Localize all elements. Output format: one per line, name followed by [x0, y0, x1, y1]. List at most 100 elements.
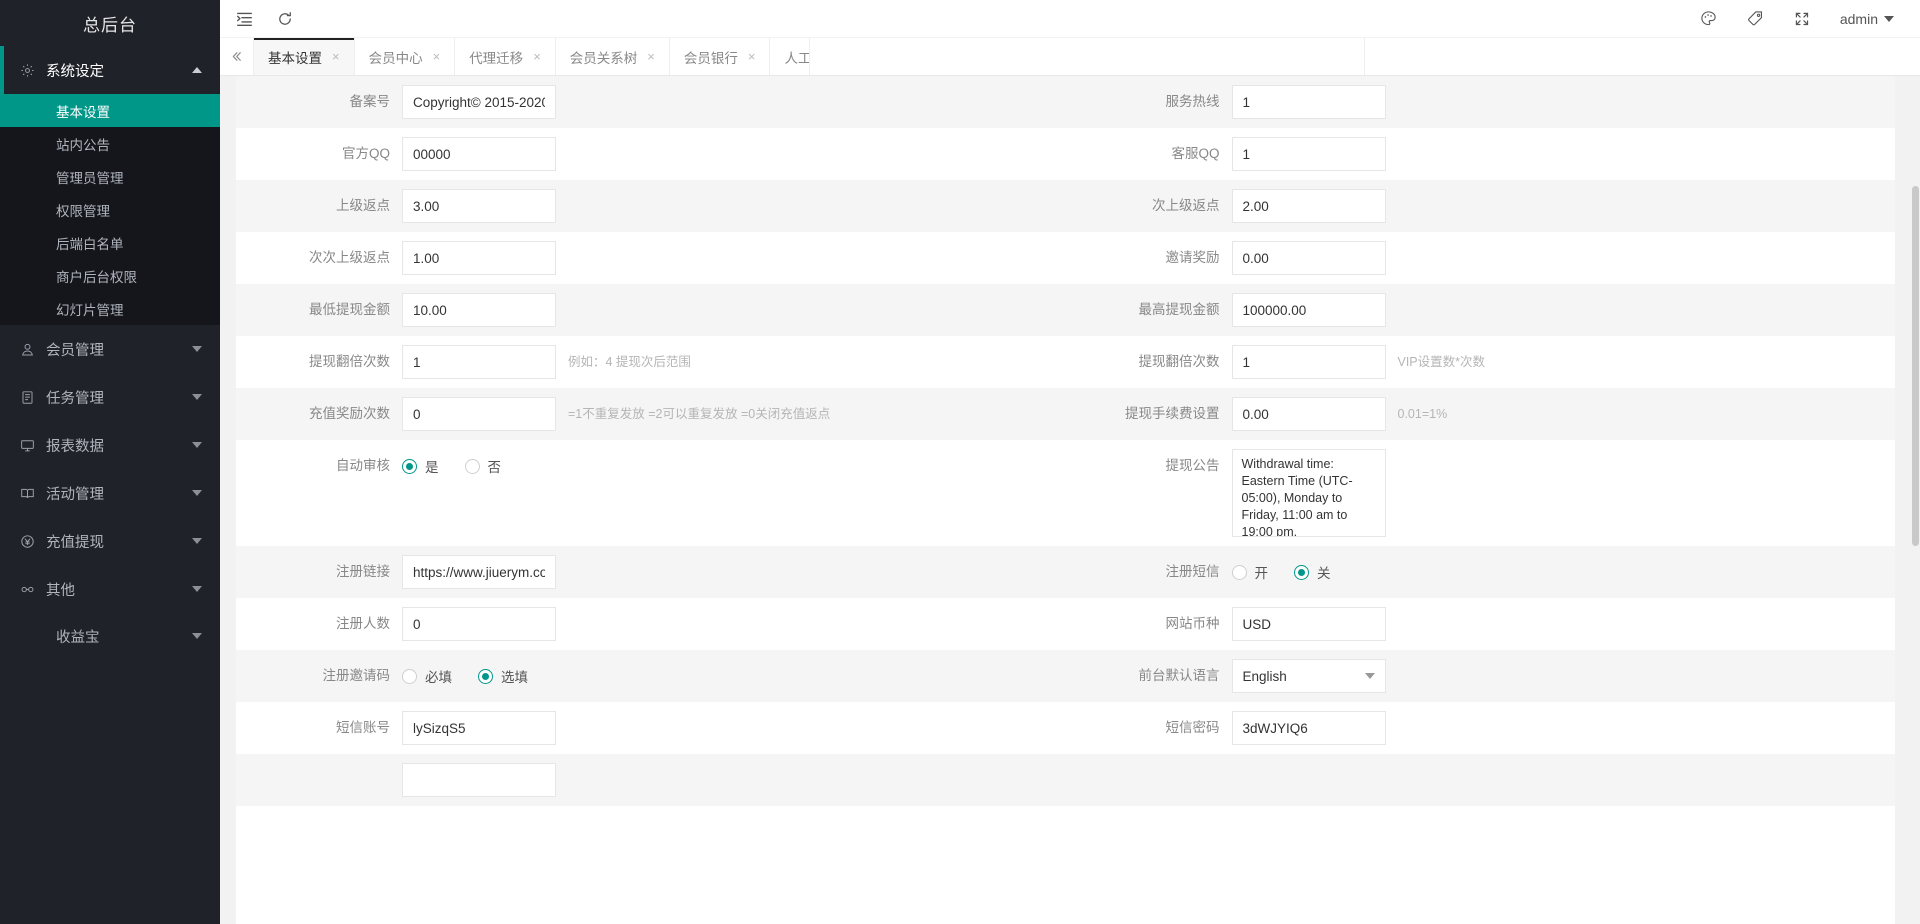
field-label: 次上级返点 — [1066, 189, 1232, 223]
radio-label: 否 — [488, 456, 502, 476]
tag-icon[interactable] — [1747, 10, 1764, 27]
radio-dot-icon — [1232, 565, 1247, 580]
input-备案号[interactable] — [402, 85, 556, 119]
yen-icon — [20, 534, 46, 549]
tab-会员中心[interactable]: 会员中心× — [355, 38, 456, 75]
sidebar-nav: 系统设定基本设置站内公告管理员管理权限管理后端白名单商户后台权限幻灯片管理会员管… — [0, 46, 220, 924]
form-field-left: 最低提现金额 — [236, 284, 1066, 336]
radio-option[interactable]: 是 — [402, 456, 439, 476]
sidebar-subitem-幻灯片管理[interactable]: 幻灯片管理 — [0, 292, 220, 325]
palette-icon[interactable] — [1700, 10, 1717, 27]
sidebar-item-会员管理[interactable]: 会员管理 — [0, 325, 220, 373]
input-提现翻倍次数[interactable] — [1232, 345, 1386, 379]
field-label: 短信密码 — [1066, 711, 1232, 745]
form-field-right: 提现手续费设置0.01=1% — [1066, 388, 1896, 440]
input-邀请奖励[interactable] — [1232, 241, 1386, 275]
tab-label: 会员银行 — [684, 47, 738, 67]
sidebar-item-label: 活动管理 — [46, 483, 192, 504]
tab-close-icon[interactable]: × — [332, 49, 340, 64]
chevron-down-icon — [192, 538, 202, 544]
textarea-提现公告[interactable]: Withdrawal time: Eastern Time (UTC-05:00… — [1232, 449, 1386, 537]
field-control — [1232, 137, 1896, 171]
form-field-right: 前台默认语言English — [1066, 650, 1896, 702]
input-最低提现金额[interactable] — [402, 293, 556, 327]
form-field-left — [236, 754, 1066, 806]
admin-menu[interactable]: admin — [1840, 11, 1894, 27]
fullscreen-icon[interactable] — [1794, 11, 1810, 27]
radio-option[interactable]: 关 — [1294, 562, 1331, 582]
input-短信账号[interactable] — [402, 711, 556, 745]
top-header-left — [220, 10, 293, 27]
input-网站币种[interactable] — [1232, 607, 1386, 641]
input-短信密码[interactable] — [1232, 711, 1386, 745]
tab-close-icon[interactable]: × — [647, 49, 655, 64]
sidebar-subitem-管理员管理[interactable]: 管理员管理 — [0, 160, 220, 193]
sidebar-subitem-权限管理[interactable]: 权限管理 — [0, 193, 220, 226]
sidebar-subitem-后端白名单[interactable]: 后端白名单 — [0, 226, 220, 259]
input-客服QQ[interactable] — [1232, 137, 1386, 171]
sidebar-item-系统设定[interactable]: 系统设定 — [0, 46, 220, 94]
sidebar-item-label: 充值提现 — [46, 531, 192, 552]
sidebar-subitem-商户后台权限[interactable]: 商户后台权限 — [0, 259, 220, 292]
field-label: 上级返点 — [236, 189, 402, 223]
radio-option[interactable]: 选填 — [478, 666, 528, 686]
sidebar-item-充值提现[interactable]: 充值提现 — [0, 517, 220, 565]
form-field-right: 邀请奖励 — [1066, 232, 1896, 284]
tab-人工存提[interactable]: 人工存提× — [770, 38, 808, 75]
tab-会员银行[interactable]: 会员银行 × — [670, 38, 771, 75]
tabs-scroll-left-button[interactable] — [220, 38, 254, 75]
sidebar-group-2: 任务管理 — [0, 373, 220, 421]
input-提现手续费设置[interactable] — [1232, 397, 1386, 431]
field-label: 充值奖励次数 — [236, 397, 402, 431]
field-label: 注册短信 — [1066, 555, 1232, 589]
sidebar-item-活动管理[interactable]: 活动管理 — [0, 469, 220, 517]
tab-close-icon[interactable]: × — [533, 49, 541, 64]
sidebar-subitem-label: 管理员管理 — [56, 167, 124, 187]
tab-代理迁移[interactable]: 代理迁移× — [455, 38, 556, 75]
sidebar-subitem-label: 基本设置 — [56, 101, 110, 121]
sidebar-item-shouyibao[interactable]: 收益宝 — [0, 613, 220, 659]
top-header: admin — [220, 0, 1920, 38]
sidebar-item-报表数据[interactable]: 报表数据 — [0, 421, 220, 469]
radio-group-注册短信: 开关 — [1232, 555, 1331, 589]
sidebar-item-其他[interactable]: 其他 — [0, 565, 220, 613]
input-注册人数[interactable] — [402, 607, 556, 641]
form-row: 上级返点 次上级返点 — [236, 180, 1895, 232]
tab-close-icon[interactable]: × — [748, 49, 756, 64]
input-最高提现金额[interactable] — [1232, 293, 1386, 327]
input-注册链接[interactable] — [402, 555, 556, 589]
input-次次上级返点[interactable] — [402, 241, 556, 275]
list-indent-icon[interactable] — [236, 10, 253, 27]
form-field-right: 客服QQ — [1066, 128, 1896, 180]
tab-close-icon[interactable]: × — [433, 49, 441, 64]
form-field-right: 次上级返点 — [1066, 180, 1896, 232]
form-row — [236, 754, 1895, 806]
tab-基本设置[interactable]: 基本设置× — [254, 38, 355, 75]
input-field[interactable] — [402, 763, 556, 797]
sidebar-subitem-站内公告[interactable]: 站内公告 — [0, 127, 220, 160]
refresh-icon[interactable] — [277, 11, 293, 27]
content-scrollbar[interactable] — [1911, 76, 1920, 924]
radio-option[interactable]: 开 — [1232, 562, 1269, 582]
input-充值奖励次数[interactable] — [402, 397, 556, 431]
input-上级返点[interactable] — [402, 189, 556, 223]
radio-option[interactable]: 否 — [465, 456, 502, 476]
sidebar-item-label: 收益宝 — [56, 626, 192, 647]
field-control: Withdrawal time: Eastern Time (UTC-05:00… — [1232, 449, 1896, 537]
input-官方QQ[interactable] — [402, 137, 556, 171]
field-control: =1不重复发放 =2可以重复发放 =0关闭充值返点 — [402, 397, 1066, 431]
field-hint: 0.01=1% — [1398, 397, 1448, 431]
select-前台默认语言[interactable]: English — [1232, 659, 1386, 693]
tab-会员关系树[interactable]: 会员关系树× — [556, 38, 670, 75]
sidebar-logo: 总后台 — [0, 0, 220, 46]
tabs-more-button[interactable] — [1364, 38, 1920, 76]
sidebar-item-任务管理[interactable]: 任务管理 — [0, 373, 220, 421]
input-服务热线[interactable] — [1232, 85, 1386, 119]
input-次上级返点[interactable] — [1232, 189, 1386, 223]
input-提现翻倍次数[interactable] — [402, 345, 556, 379]
radio-option[interactable]: 必填 — [402, 666, 452, 686]
tabs-scroll-right-button[interactable] — [809, 38, 1365, 76]
sidebar-subitem-基本设置[interactable]: 基本设置 — [0, 94, 220, 127]
field-control: English — [1232, 659, 1896, 693]
sidebar-item-label: 会员管理 — [46, 339, 192, 360]
